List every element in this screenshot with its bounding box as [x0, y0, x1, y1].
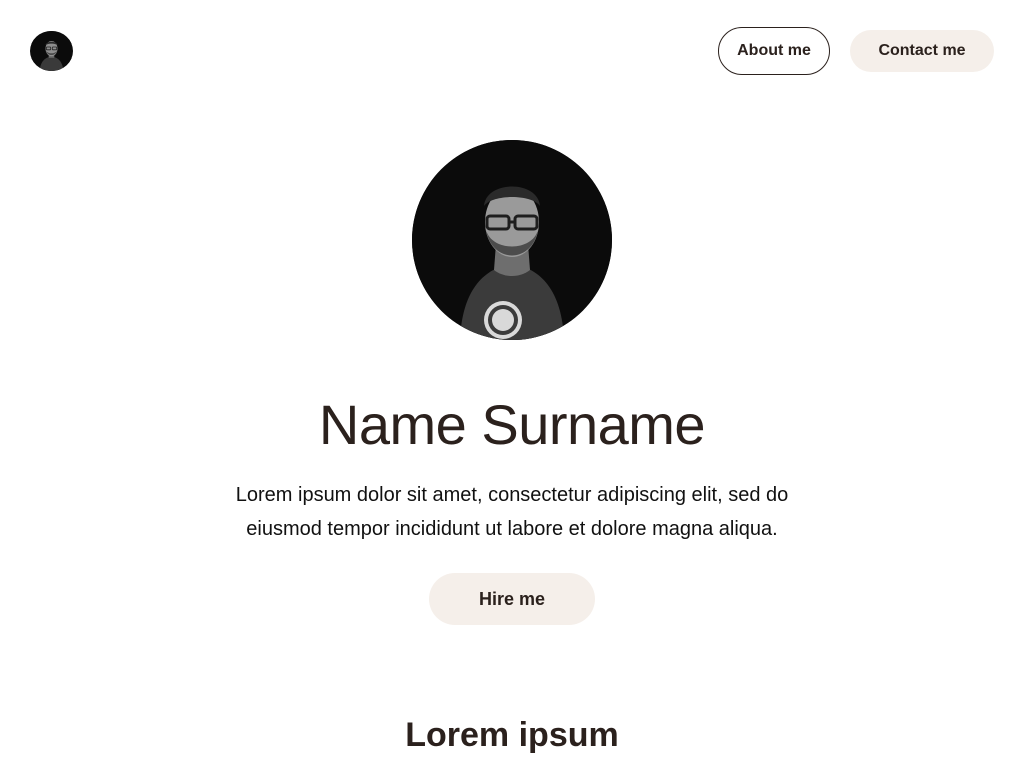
contact-me-button[interactable]: Contact me	[850, 30, 994, 72]
main-nav: About me Contact me	[718, 27, 994, 75]
hire-me-button[interactable]: Hire me	[429, 573, 595, 625]
page-title: Name Surname	[318, 393, 706, 456]
person-avatar-icon	[31, 31, 72, 71]
site-header: About me Contact me	[0, 0, 1024, 100]
logo-avatar[interactable]	[30, 31, 73, 71]
hire-button-container: Hire me	[0, 573, 1024, 625]
about-me-button[interactable]: About me	[718, 27, 830, 75]
section-title: Lorem ipsum	[405, 716, 619, 754]
hero-description: Lorem ipsum dolor sit amet, consectetur …	[235, 484, 789, 540]
person-portrait-icon	[412, 140, 612, 340]
hero-avatar	[412, 140, 612, 340]
